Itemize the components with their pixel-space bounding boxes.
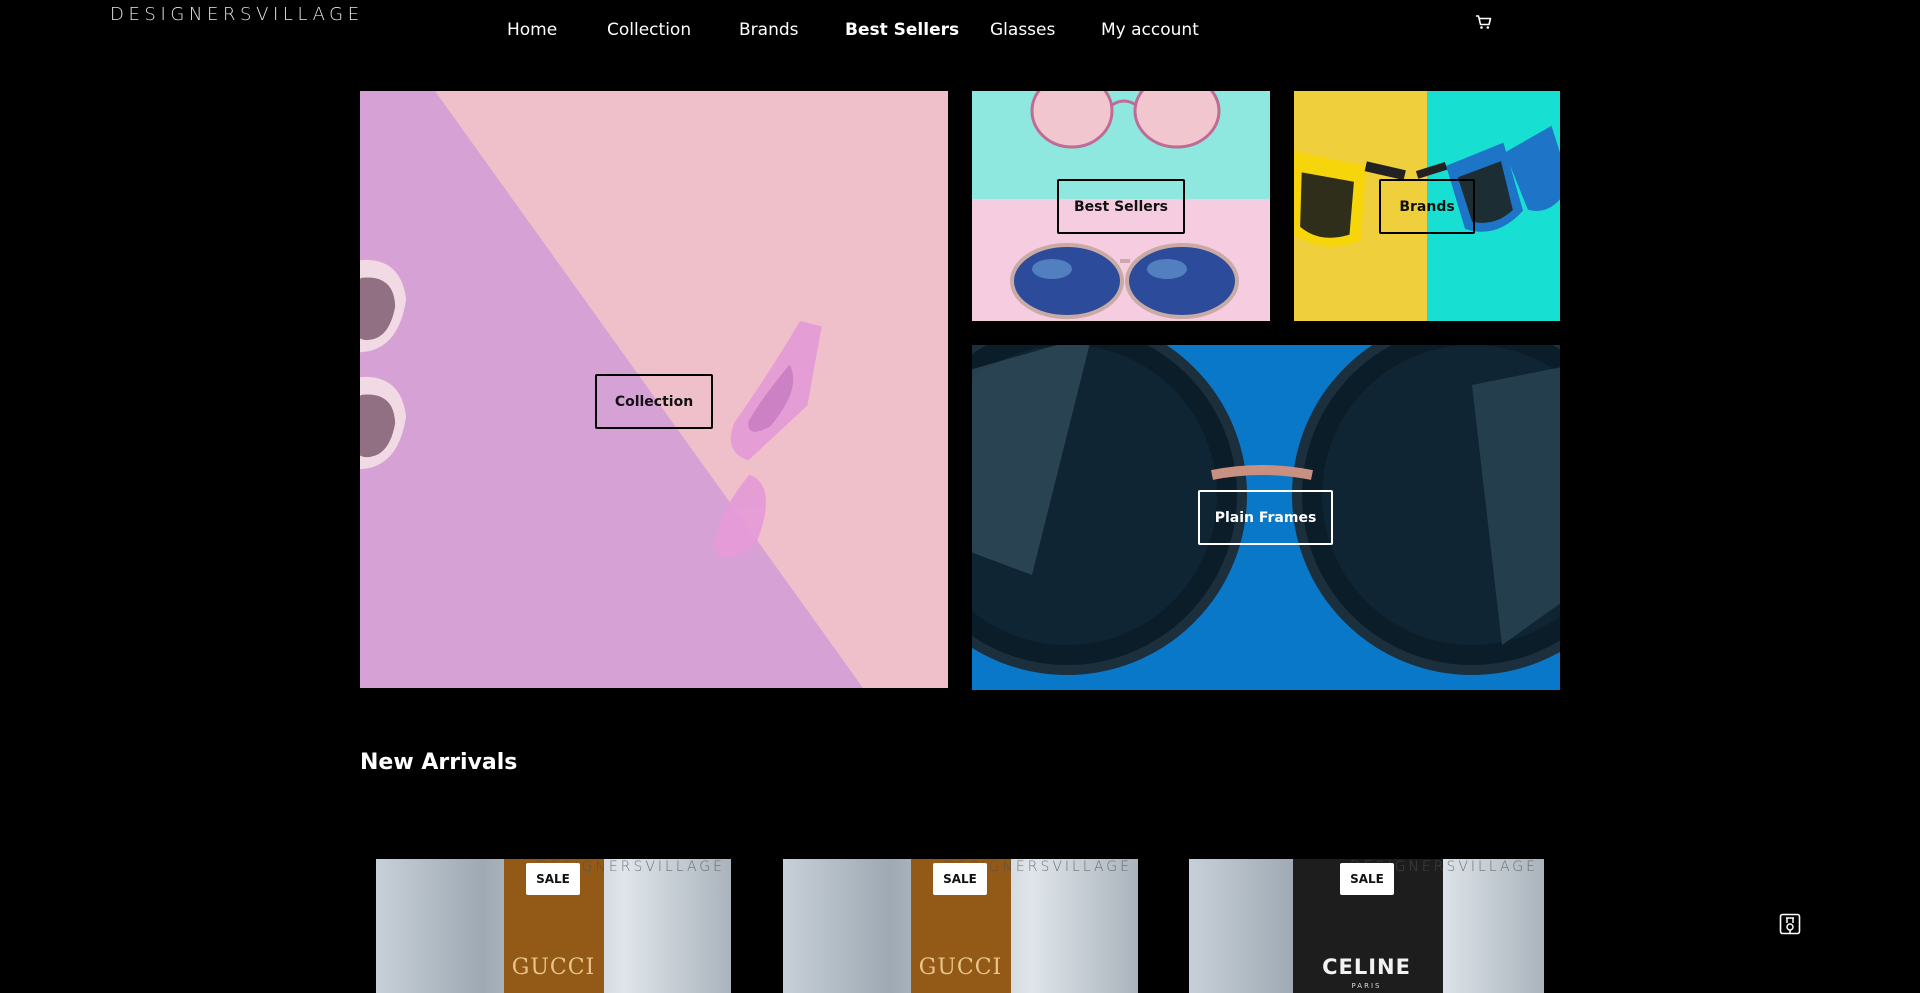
nav-brands[interactable]: Brands (739, 20, 799, 40)
product-brand-sub: PARIS (1351, 982, 1382, 990)
nav-home[interactable]: Home (507, 20, 557, 40)
new-arrivals-title: New Arrivals (360, 750, 518, 775)
plain-frames-button[interactable]: Plain Frames (1198, 490, 1333, 545)
collection-button[interactable]: Collection (595, 374, 713, 429)
collection-tile[interactable]: Collection (360, 91, 948, 688)
product-card[interactable]: DESIGNERSVILLAGE SALE GUCCI (376, 859, 731, 993)
product-card[interactable]: DESIGNERSVILLAGE SALE GUCCI (783, 859, 1138, 993)
product-brand: CELINE (1322, 955, 1411, 979)
nav-glasses[interactable]: Glasses (990, 20, 1055, 40)
sale-badge: SALE (526, 863, 580, 895)
brands-tile[interactable]: Brands (1294, 91, 1560, 321)
nav-my-account[interactable]: My account (1101, 20, 1199, 40)
product-card[interactable]: DESIGNERSVILLAGE SALE CELINE PARIS (1189, 859, 1544, 993)
brands-button[interactable]: Brands (1379, 179, 1475, 234)
best-sellers-tile[interactable]: Best Sellers (972, 91, 1270, 321)
plain-frames-tile[interactable]: Plain Frames (972, 345, 1560, 690)
product-brand: GUCCI (511, 955, 596, 980)
chat-icon[interactable] (1779, 913, 1801, 935)
sale-badge: SALE (933, 863, 987, 895)
cart-icon[interactable] (1475, 13, 1493, 31)
nav-best-sellers[interactable]: Best Sellers (845, 20, 959, 40)
best-sellers-button[interactable]: Best Sellers (1057, 179, 1185, 234)
sale-badge: SALE (1340, 863, 1394, 895)
product-brand: GUCCI (918, 955, 1003, 980)
site-logo[interactable]: DESIGNERSVILLAGE (110, 4, 364, 25)
nav-collection[interactable]: Collection (607, 20, 691, 40)
